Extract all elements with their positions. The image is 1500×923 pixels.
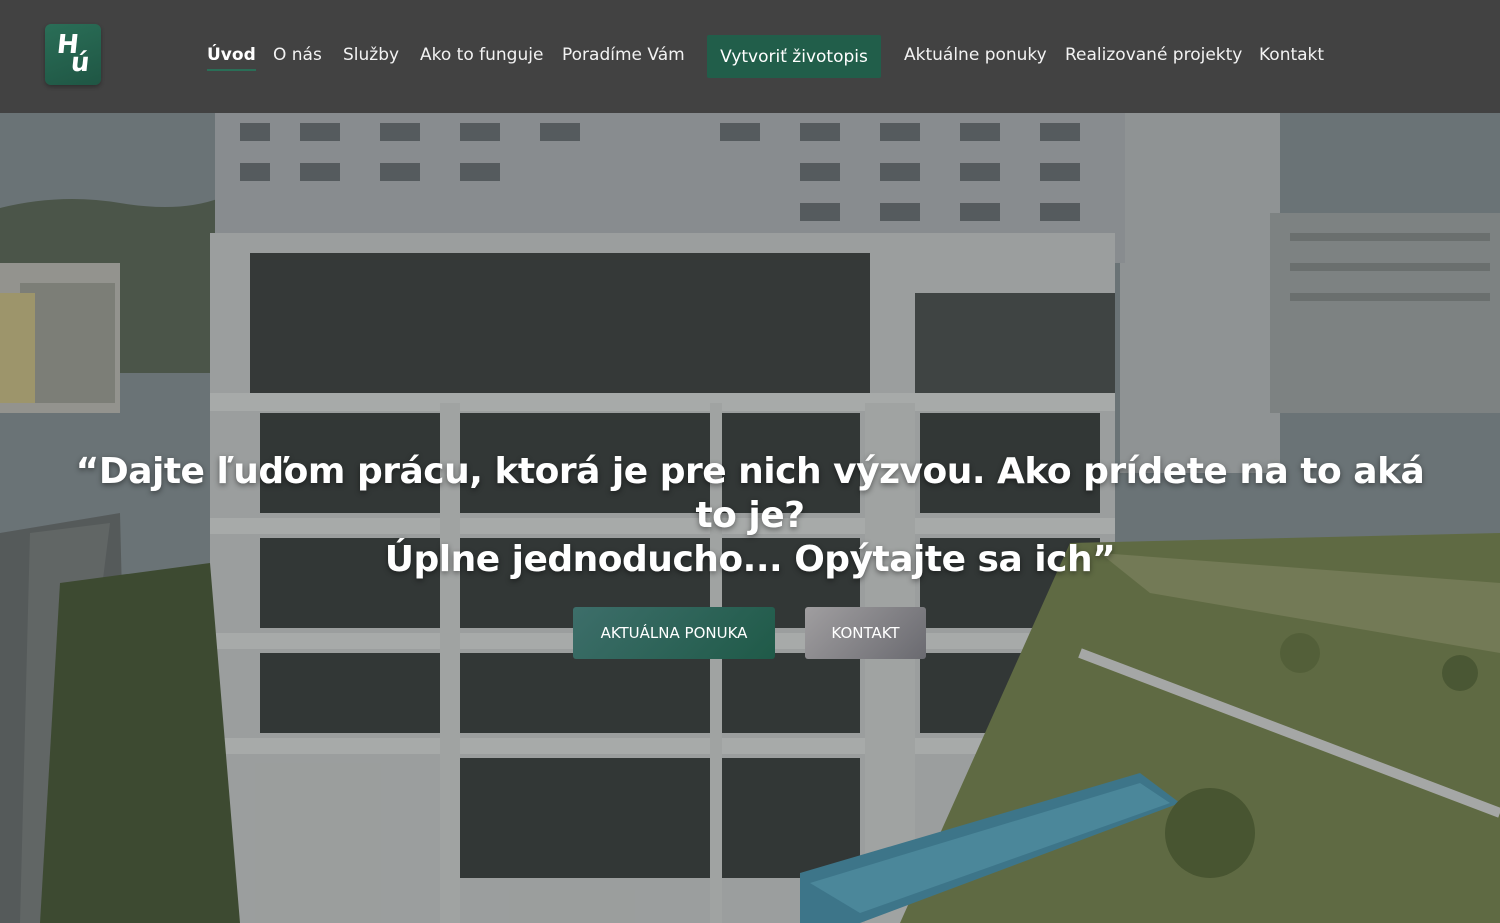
nav-item-sluzby[interactable]: Služby	[343, 45, 399, 65]
current-offer-button[interactable]: AKTUÁLNA PONUKA	[573, 607, 775, 659]
hero-quote-line-2: Úplne jednoducho... Opýtajte sa ich”	[384, 539, 1116, 580]
nav-item-uvod[interactable]: Úvod	[207, 45, 256, 71]
hero-quote: “Dajte ľuďom prácu, ktorá je pre nich vý…	[60, 450, 1440, 582]
nav-item-poradime-vam[interactable]: Poradíme Vám	[562, 45, 685, 65]
hero-quote-line-1: “Dajte ľuďom prácu, ktorá je pre nich vý…	[75, 451, 1425, 536]
contact-button[interactable]: KONTAKT	[805, 607, 926, 659]
nav-item-aktualne-ponuky[interactable]: Aktuálne ponuky	[904, 45, 1047, 65]
nav-item-realizovane-projekty[interactable]: Realizované projekty	[1065, 45, 1242, 65]
nav-item-ako-to-funguje[interactable]: Ako to funguje	[420, 45, 543, 65]
create-cv-button[interactable]: Vytvoriť životopis	[707, 35, 881, 78]
main-nav: Úvod O nás Služby Ako to funguje Poradím…	[0, 0, 1500, 113]
nav-item-kontakt[interactable]: Kontakt	[1259, 45, 1324, 65]
site-header: H ú Úvod O nás Služby Ako to funguje Por…	[0, 0, 1500, 113]
hero-section: “Dajte ľuďom prácu, ktorá je pre nich vý…	[0, 113, 1500, 923]
nav-item-o-nas[interactable]: O nás	[273, 45, 322, 65]
